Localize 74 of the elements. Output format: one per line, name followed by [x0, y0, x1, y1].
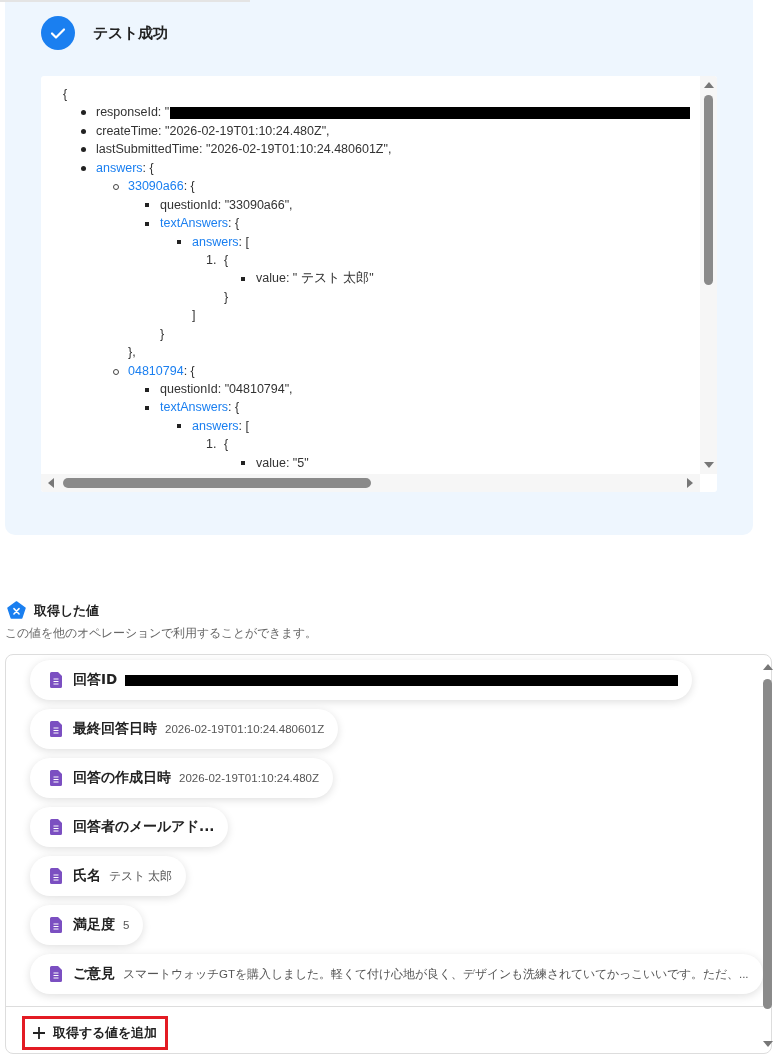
form-document-icon	[50, 770, 62, 786]
value-chip[interactable]: 満足度 5	[30, 905, 144, 945]
value-label: 満足度	[73, 916, 115, 934]
form-document-icon	[50, 721, 62, 737]
form-document-icon	[50, 868, 62, 884]
horizontal-scrollbar[interactable]	[41, 474, 700, 492]
json-value: : " テスト 太郎"	[285, 270, 374, 288]
json-key: responseId	[96, 103, 158, 122]
json-key-link[interactable]: answers	[96, 158, 143, 178]
json-key: value	[256, 453, 286, 469]
json-value: : "5"	[285, 454, 309, 469]
section-description: この値を他のオペレーションで利用することができます。	[5, 625, 318, 642]
json-value: : {	[228, 399, 240, 417]
value-label: 回答の作成日時	[73, 769, 171, 787]
scroll-down-icon[interactable]	[762, 1040, 773, 1048]
value-text: 2026-02-19T01:10:24.480601Z	[165, 723, 325, 735]
scroll-left-icon[interactable]	[47, 478, 55, 488]
json-brace: },	[128, 344, 136, 362]
value-text: テスト 太郎	[109, 868, 173, 884]
json-key-link[interactable]: 33090a66	[128, 177, 184, 196]
json-value: : [	[238, 417, 249, 435]
scroll-down-icon[interactable]	[703, 461, 714, 469]
value-chip[interactable]: 回答者のメールアド...	[30, 807, 229, 847]
json-value: : {	[183, 362, 195, 380]
add-value-button[interactable]: 取得する値を追加	[22, 1016, 168, 1050]
json-key-link[interactable]: 04810794	[128, 361, 184, 380]
json-key-link[interactable]: answers	[192, 232, 239, 251]
json-brace: ]	[192, 307, 196, 325]
json-value: : "04810794",	[217, 381, 293, 398]
value-label: 氏名	[73, 867, 101, 885]
json-key: questionId	[160, 195, 218, 215]
scroll-up-icon[interactable]	[703, 81, 714, 89]
result-title: テスト成功	[93, 23, 168, 43]
form-document-icon	[50, 672, 62, 688]
value-chip[interactable]: 最終回答日時 2026-02-19T01:10:24.480601Z	[30, 709, 339, 749]
json-value: : [	[238, 233, 249, 251]
vertical-scrollbar[interactable]	[700, 76, 717, 474]
json-value: : {	[142, 159, 154, 177]
variable-icon	[7, 601, 26, 620]
value-label: ご意見	[73, 965, 115, 983]
value-label: 最終回答日時	[73, 720, 157, 738]
value-label: 回答ID	[73, 671, 118, 689]
value-text: スマートウォッチGTを購入しました。軽くて付け心地が良く、デザインも洗練されていてかっこいいです。ただ、...	[123, 966, 749, 982]
json-value: : "2026-02-19T01:10:24.480601Z",	[199, 141, 392, 159]
section-title: 取得した値	[34, 601, 99, 620]
json-key: value	[256, 269, 286, 288]
scroll-right-icon[interactable]	[686, 478, 694, 488]
scroll-up-icon[interactable]	[762, 663, 773, 671]
value-chip[interactable]: 回答の作成日時 2026-02-19T01:10:24.480Z	[30, 758, 334, 798]
json-value: : "	[157, 104, 170, 122]
value-label: 回答者のメールアド...	[73, 818, 215, 836]
list-number: 1.	[206, 436, 217, 454]
form-document-icon	[50, 819, 62, 835]
json-value: : "33090a66",	[217, 196, 293, 214]
json-brace: {	[63, 86, 68, 103]
json-brace: }	[160, 325, 165, 343]
json-value: : "2026-02-19T01:10:24.480Z",	[158, 122, 330, 140]
json-value: {	[224, 436, 229, 454]
plus-icon	[33, 1027, 45, 1039]
check-icon	[41, 16, 75, 50]
list-number: 1.	[206, 251, 217, 269]
json-key-link[interactable]: answers	[192, 416, 239, 436]
value-chip[interactable]: 氏名 テスト 太郎	[30, 856, 187, 896]
form-document-icon	[50, 966, 62, 982]
json-value: : {	[183, 178, 195, 196]
value-text: 2026-02-19T01:10:24.480Z	[179, 772, 320, 784]
value-text: 5	[123, 919, 130, 931]
json-value: : {	[228, 215, 240, 233]
value-chip[interactable]: ご意見 スマートウォッチGTを購入しました。軽くて付け心地が良く、デザインも洗練されていてかっこいいです。ただ、...	[30, 954, 763, 994]
form-document-icon	[50, 917, 62, 933]
json-value: {	[224, 251, 229, 269]
value-chip[interactable]: 回答ID	[30, 660, 693, 700]
json-key: questionId	[160, 380, 218, 399]
json-brace: }	[224, 288, 229, 306]
